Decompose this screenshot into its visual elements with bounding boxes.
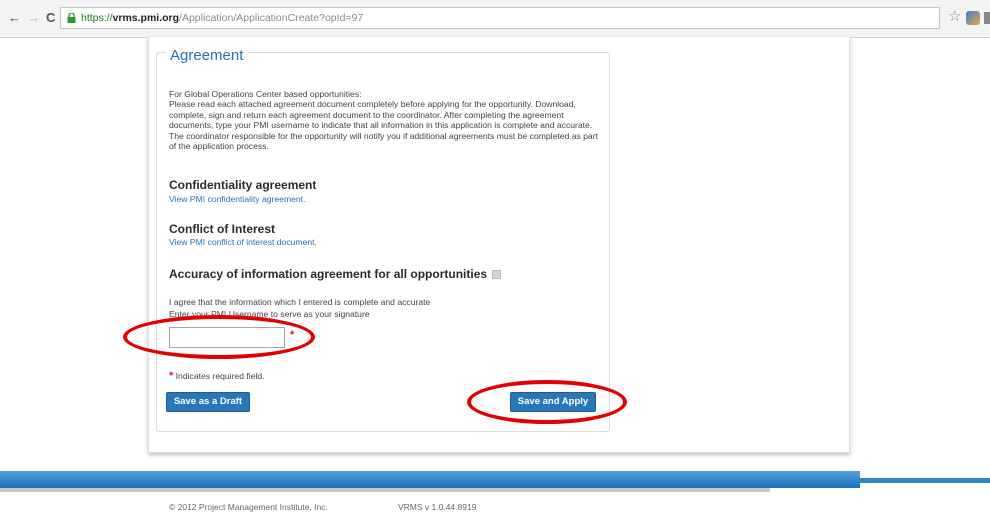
footer-accent-line (860, 478, 990, 483)
version-text: VRMS v 1.0.44.8919 (398, 502, 477, 512)
lock-icon (67, 13, 76, 23)
save-draft-button[interactable]: Save as a Draft (166, 392, 250, 412)
copyright-text: © 2012 Project Management Institute, Inc… (169, 502, 328, 512)
required-note: * Indicates required field. (169, 370, 265, 382)
confidentiality-title: Confidentiality agreement (169, 178, 317, 192)
intro-body: Please read each attached agreement docu… (169, 99, 598, 152)
forward-arrow-icon[interactable]: → (27, 11, 40, 25)
intro-text: For Global Operations Center based oppor… (169, 89, 599, 151)
url-host: vrms.pmi.org (112, 12, 180, 24)
required-note-text: Indicates required field. (175, 371, 265, 381)
conflict-title: Conflict of Interest (169, 222, 276, 236)
footer-bar (0, 471, 860, 488)
back-arrow-icon[interactable]: ← (8, 11, 21, 25)
intro-heading: For Global Operations Center based oppor… (169, 89, 362, 99)
confidentiality-link[interactable]: View PMI confidentiality agreement. (169, 194, 305, 204)
browser-toolbar: ← → C https://vrms.pmi.org/Application/A… (0, 0, 990, 38)
address-bar[interactable]: https://vrms.pmi.org/Application/Applica… (60, 7, 940, 29)
url-path: /Application/ApplicationCreate?opId=97 (179, 12, 364, 24)
agreement-legend: Agreement (166, 47, 248, 64)
conflict-link[interactable]: View PMI conflict of interest document. (169, 237, 317, 247)
bookmark-star-icon[interactable]: ☆ (948, 9, 961, 25)
accuracy-title: Accuracy of information agreement for al… (169, 267, 488, 281)
menu-icon[interactable] (984, 12, 990, 24)
reload-icon[interactable]: C (46, 11, 55, 25)
required-star: * (169, 370, 174, 382)
extension-icon[interactable] (966, 11, 980, 25)
annotation-oval-username (123, 315, 315, 359)
help-icon[interactable] (492, 270, 502, 280)
accuracy-section: Accuracy of information agreement for al… (169, 267, 502, 281)
footer-divider (0, 488, 770, 492)
agree-text: I agree that the information which I ent… (169, 297, 431, 307)
url-scheme: https:// (81, 12, 113, 24)
annotation-oval-apply (467, 380, 627, 424)
